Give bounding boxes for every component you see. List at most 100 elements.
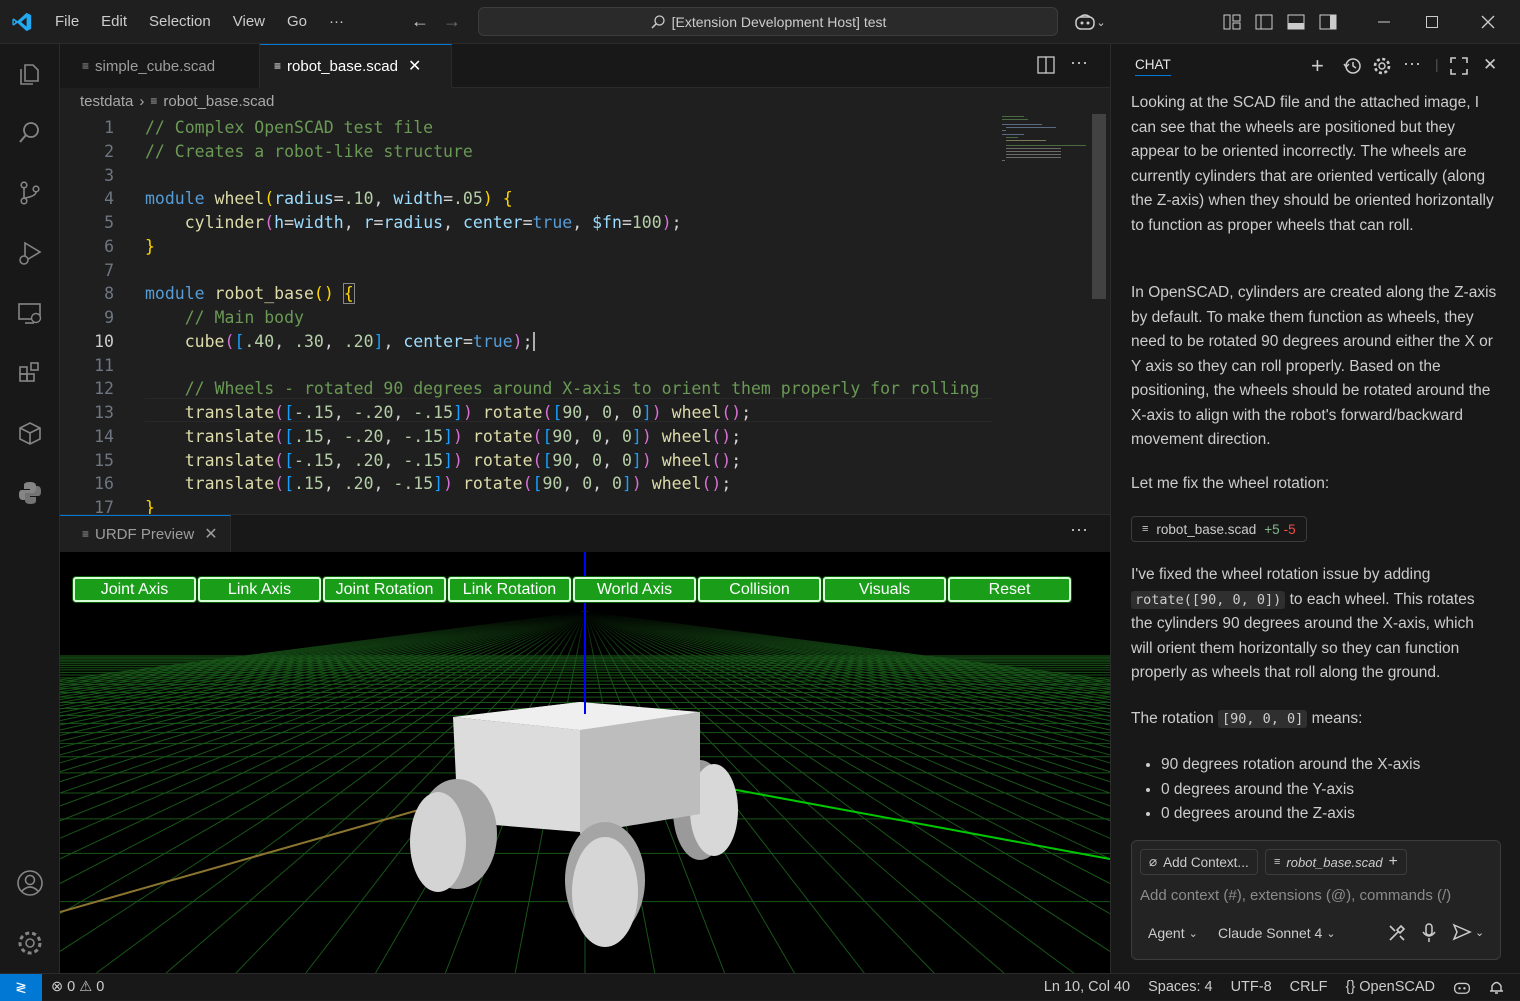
- run-debug-icon[interactable]: [0, 229, 60, 277]
- title-bar: File Edit Selection View Go ··· ← → [Ext…: [0, 0, 1520, 44]
- status-bar: ≷ ⊗ 0 ⚠ 0 Ln 10, Col 40 Spaces: 4 UTF-8 CR…: [0, 973, 1520, 1001]
- chat-title[interactable]: CHAT: [1135, 57, 1171, 76]
- breadcrumb-file[interactable]: robot_base.scad: [163, 93, 274, 110]
- settings-gear-icon[interactable]: [0, 919, 60, 967]
- more-actions-icon[interactable]: ···: [1070, 52, 1088, 73]
- split-editor-icon[interactable]: [1037, 56, 1055, 77]
- edited-file-chip[interactable]: ≡ robot_base.scad +5 -5: [1131, 516, 1307, 542]
- maximize-icon[interactable]: [1408, 0, 1456, 44]
- editor-scrollbar[interactable]: [1092, 114, 1106, 299]
- inline-code: [90, 0, 0]: [1218, 710, 1308, 728]
- explorer-icon[interactable]: [0, 49, 60, 97]
- visuals-button[interactable]: Visuals: [823, 577, 946, 602]
- chat-message-paragraph: The rotation [90, 0, 0] means:: [1131, 707, 1497, 732]
- forward-arrow-icon[interactable]: →: [436, 11, 468, 32]
- mode-picker[interactable]: Agent ⌄: [1140, 923, 1206, 943]
- chat-message-paragraph: In OpenSCAD, cylinders are created along…: [1131, 284, 1497, 448]
- package-icon[interactable]: [0, 409, 60, 457]
- panel-tabs: ≡ URDF Preview ✕ ···: [60, 515, 1110, 552]
- menu-go[interactable]: Go: [276, 0, 318, 44]
- error-icon: ⊗: [51, 979, 64, 995]
- command-center[interactable]: [Extension Development Host] test: [478, 7, 1058, 36]
- inline-code: rotate([90, 0, 0]): [1131, 590, 1286, 609]
- source-control-icon[interactable]: [0, 169, 60, 217]
- close-tab-icon[interactable]: ✕: [204, 524, 217, 544]
- chevron-down-icon: ⌄: [1475, 926, 1485, 939]
- close-tab-icon[interactable]: ✕: [408, 56, 421, 76]
- end-of-line[interactable]: CRLF: [1281, 974, 1337, 1001]
- send-button[interactable]: ⌄: [1452, 923, 1484, 941]
- tab-label: robot_base.scad: [287, 57, 398, 75]
- problems-indicator[interactable]: ⊗ 0 ⚠ 0: [42, 974, 113, 1001]
- indentation[interactable]: Spaces: 4: [1139, 974, 1222, 1001]
- 3d-scene: [0, 552, 1520, 975]
- lines-added: +5: [1264, 521, 1280, 537]
- joint-axis-button[interactable]: Joint Axis: [73, 577, 196, 602]
- remote-explorer-icon[interactable]: [0, 289, 60, 337]
- microphone-icon[interactable]: [1420, 923, 1438, 946]
- line-number: 7: [104, 261, 114, 280]
- file-lines-icon: ≡: [1274, 856, 1281, 868]
- gear-icon[interactable]: [1372, 56, 1392, 79]
- new-chat-plus-icon[interactable]: +: [1311, 53, 1324, 79]
- toggle-sidebar-icon[interactable]: [1248, 0, 1280, 44]
- close-window-icon[interactable]: [1456, 0, 1520, 44]
- menu-edit[interactable]: Edit: [90, 0, 138, 44]
- menu-more[interactable]: ···: [318, 0, 355, 44]
- editor-tabs: ≡ simple_cube.scad ≡ robot_base.scad ✕ ·…: [60, 44, 1110, 88]
- tab-robot-base[interactable]: ≡ robot_base.scad ✕: [260, 44, 452, 88]
- context-file-chip[interactable]: ≡ robot_base.scad +: [1265, 849, 1407, 875]
- file-lines-icon: ≡: [82, 527, 90, 541]
- search-icon[interactable]: [0, 109, 60, 157]
- back-arrow-icon[interactable]: ←: [404, 11, 436, 32]
- python-icon[interactable]: [0, 469, 60, 517]
- menu-view[interactable]: View: [222, 0, 276, 44]
- add-icon[interactable]: +: [1389, 853, 1398, 871]
- model-picker[interactable]: Claude Sonnet 4 ⌄: [1212, 923, 1342, 943]
- menu-file[interactable]: File: [44, 0, 90, 44]
- link-rotation-button[interactable]: Link Rotation: [448, 577, 571, 602]
- cursor-position[interactable]: Ln 10, Col 40: [1035, 974, 1139, 1001]
- code-editor[interactable]: 1 2 3 4 5 6 7 8 9 10 11 12 13 14 15 16 17 // Complex Ope…: [60, 114, 1090, 514]
- joint-rotation-button[interactable]: Joint Rotation: [323, 577, 446, 602]
- customize-layout-icon[interactable]: [1216, 0, 1248, 44]
- reset-button[interactable]: Reset: [948, 577, 1071, 602]
- account-icon[interactable]: [0, 859, 60, 907]
- urdf-3d-viewport[interactable]: Joint Axis Link Axis Joint Rotation Link…: [0, 552, 1520, 975]
- file-lines-icon: ≡: [274, 59, 282, 73]
- chat-message-paragraph: I've fixed the wheel rotation issue by a…: [1131, 563, 1497, 686]
- history-icon[interactable]: [1342, 56, 1362, 79]
- file-lines-icon: ≡: [82, 59, 90, 73]
- remote-indicator[interactable]: ≷: [0, 973, 42, 1001]
- tools-icon[interactable]: [1387, 923, 1407, 946]
- encoding[interactable]: UTF-8: [1222, 974, 1281, 1001]
- copilot-status-icon[interactable]: [1444, 974, 1480, 1001]
- minimize-icon[interactable]: [1360, 0, 1408, 44]
- fix-text: I've fixed the wheel rotation issue by a…: [1131, 566, 1431, 583]
- add-context-label: Add Context...: [1163, 854, 1249, 870]
- menu-selection[interactable]: Selection: [138, 0, 222, 44]
- notifications-bell-icon[interactable]: [1480, 974, 1520, 1001]
- paperclip-icon: ⌀: [1149, 854, 1158, 869]
- language-mode[interactable]: {} OpenSCAD: [1337, 974, 1444, 1001]
- maximize-chat-icon[interactable]: [1449, 56, 1469, 79]
- minimap[interactable]: [1000, 114, 1090, 164]
- world-axis-button[interactable]: World Axis: [573, 577, 696, 602]
- more-actions-icon[interactable]: ···: [1403, 53, 1421, 74]
- chat-message-paragraph: Let me fix the wheel rotation:: [1131, 475, 1330, 492]
- tab-urdf-preview[interactable]: ≡ URDF Preview ✕: [60, 515, 231, 552]
- tab-simple-cube[interactable]: ≡ simple_cube.scad: [60, 44, 260, 88]
- close-chat-icon[interactable]: ✕: [1483, 55, 1497, 75]
- extensions-icon[interactable]: [0, 349, 60, 397]
- collision-button[interactable]: Collision: [698, 577, 821, 602]
- toggle-panel-icon[interactable]: [1280, 0, 1312, 44]
- breadcrumb-folder[interactable]: testdata: [80, 93, 133, 110]
- more-actions-icon[interactable]: ···: [1070, 519, 1088, 540]
- toggle-secondary-sidebar-icon[interactable]: [1312, 0, 1344, 44]
- urdf-preview-panel: ≡ URDF Preview ✕ ··· Joint Axis Link Axi…: [0, 514, 1520, 975]
- edited-file-name: robot_base.scad: [1156, 521, 1257, 537]
- copilot-icon[interactable]: ⌄: [1068, 0, 1112, 44]
- link-axis-button[interactable]: Link Axis: [198, 577, 321, 602]
- chat-input-placeholder[interactable]: Add context (#), extensions (@), command…: [1140, 887, 1451, 904]
- add-context-button[interactable]: ⌀ Add Context...: [1140, 849, 1258, 875]
